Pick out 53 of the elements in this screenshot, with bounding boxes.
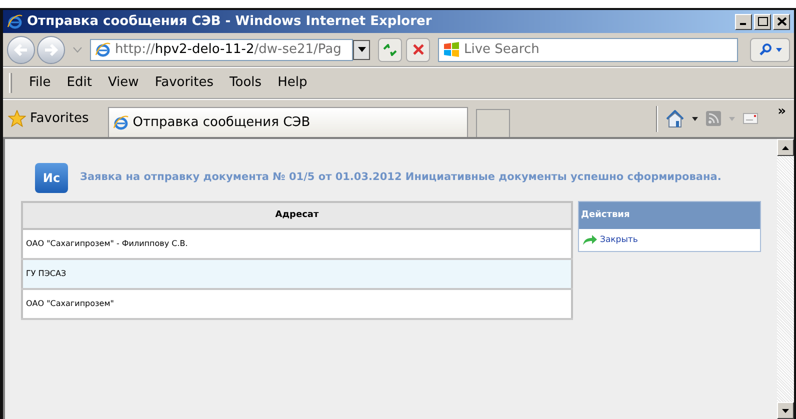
window-title: Отправка сообщения СЭВ - Windows Internet Explorer bbox=[27, 12, 432, 31]
back-button[interactable] bbox=[7, 36, 35, 64]
browser-tab[interactable]: Отправка сообщения СЭВ bbox=[108, 107, 468, 137]
star-icon bbox=[8, 110, 26, 127]
caret-icon bbox=[776, 48, 782, 52]
refresh-button[interactable] bbox=[378, 38, 402, 62]
search-button[interactable] bbox=[750, 38, 790, 62]
document-badge: Ис bbox=[35, 163, 68, 193]
favorites-button[interactable]: Favorites bbox=[7, 102, 90, 136]
close-icon bbox=[412, 44, 424, 55]
browser-logo-icon bbox=[7, 14, 23, 30]
close-icon bbox=[776, 17, 786, 26]
status-message: Заявка на отправку документа № 01/5 от 01.03.2012 Инициативные документы успешно сформирована. bbox=[80, 170, 722, 186]
scrollbar[interactable] bbox=[777, 139, 794, 419]
maximize-icon bbox=[758, 17, 768, 26]
browser-logo-icon bbox=[112, 114, 129, 130]
browser-logo-icon bbox=[95, 42, 111, 58]
table-cell: ОАО "Сахагипрозем" bbox=[22, 289, 572, 319]
caret-icon bbox=[358, 47, 366, 52]
minimize-button[interactable] bbox=[735, 14, 752, 30]
search-field[interactable]: Live Search bbox=[438, 38, 738, 62]
menu-item[interactable]: Tools bbox=[222, 73, 269, 93]
table-cell: ГУ ПЭСАЗ bbox=[22, 259, 572, 289]
table-cell: ОАО "Сахагипрозем" - Филиппову С.В. bbox=[22, 229, 572, 259]
forward-button[interactable] bbox=[37, 36, 65, 64]
caret-icon bbox=[692, 116, 698, 120]
actions-header: Действия bbox=[579, 202, 760, 229]
menu-item[interactable]: Favorites bbox=[148, 73, 221, 93]
search-icon bbox=[758, 43, 772, 56]
feed-icon bbox=[706, 111, 721, 126]
action-link[interactable]: Закрыть bbox=[579, 229, 760, 251]
toolbar-overflow[interactable]: » bbox=[778, 102, 786, 121]
caret-icon bbox=[73, 46, 82, 52]
windows-logo-icon bbox=[443, 42, 460, 58]
maximize-button[interactable] bbox=[754, 14, 771, 30]
menu-item[interactable]: View bbox=[100, 73, 146, 93]
address-field[interactable]: http://hpv2-delo-11-2/dw-se21/Pag bbox=[90, 38, 353, 60]
home-icon bbox=[666, 110, 684, 128]
menu-item[interactable]: File bbox=[22, 73, 58, 93]
refresh-arrows-icon bbox=[383, 44, 397, 56]
back-arrow-icon bbox=[14, 44, 28, 56]
mail-icon bbox=[742, 113, 758, 124]
stop-button[interactable] bbox=[406, 38, 430, 62]
forward-arrow-icon bbox=[44, 44, 58, 56]
caret-icon bbox=[728, 116, 735, 120]
search-input[interactable]: Live Search bbox=[464, 40, 737, 60]
close-button[interactable] bbox=[773, 14, 790, 30]
menu-item[interactable]: Edit bbox=[60, 73, 99, 93]
scroll-down-icon bbox=[782, 408, 789, 412]
scroll-up-icon bbox=[782, 146, 789, 150]
arrow-icon bbox=[582, 234, 598, 246]
dropdown-button[interactable] bbox=[353, 40, 370, 60]
menu-item[interactable]: Help bbox=[270, 73, 314, 93]
